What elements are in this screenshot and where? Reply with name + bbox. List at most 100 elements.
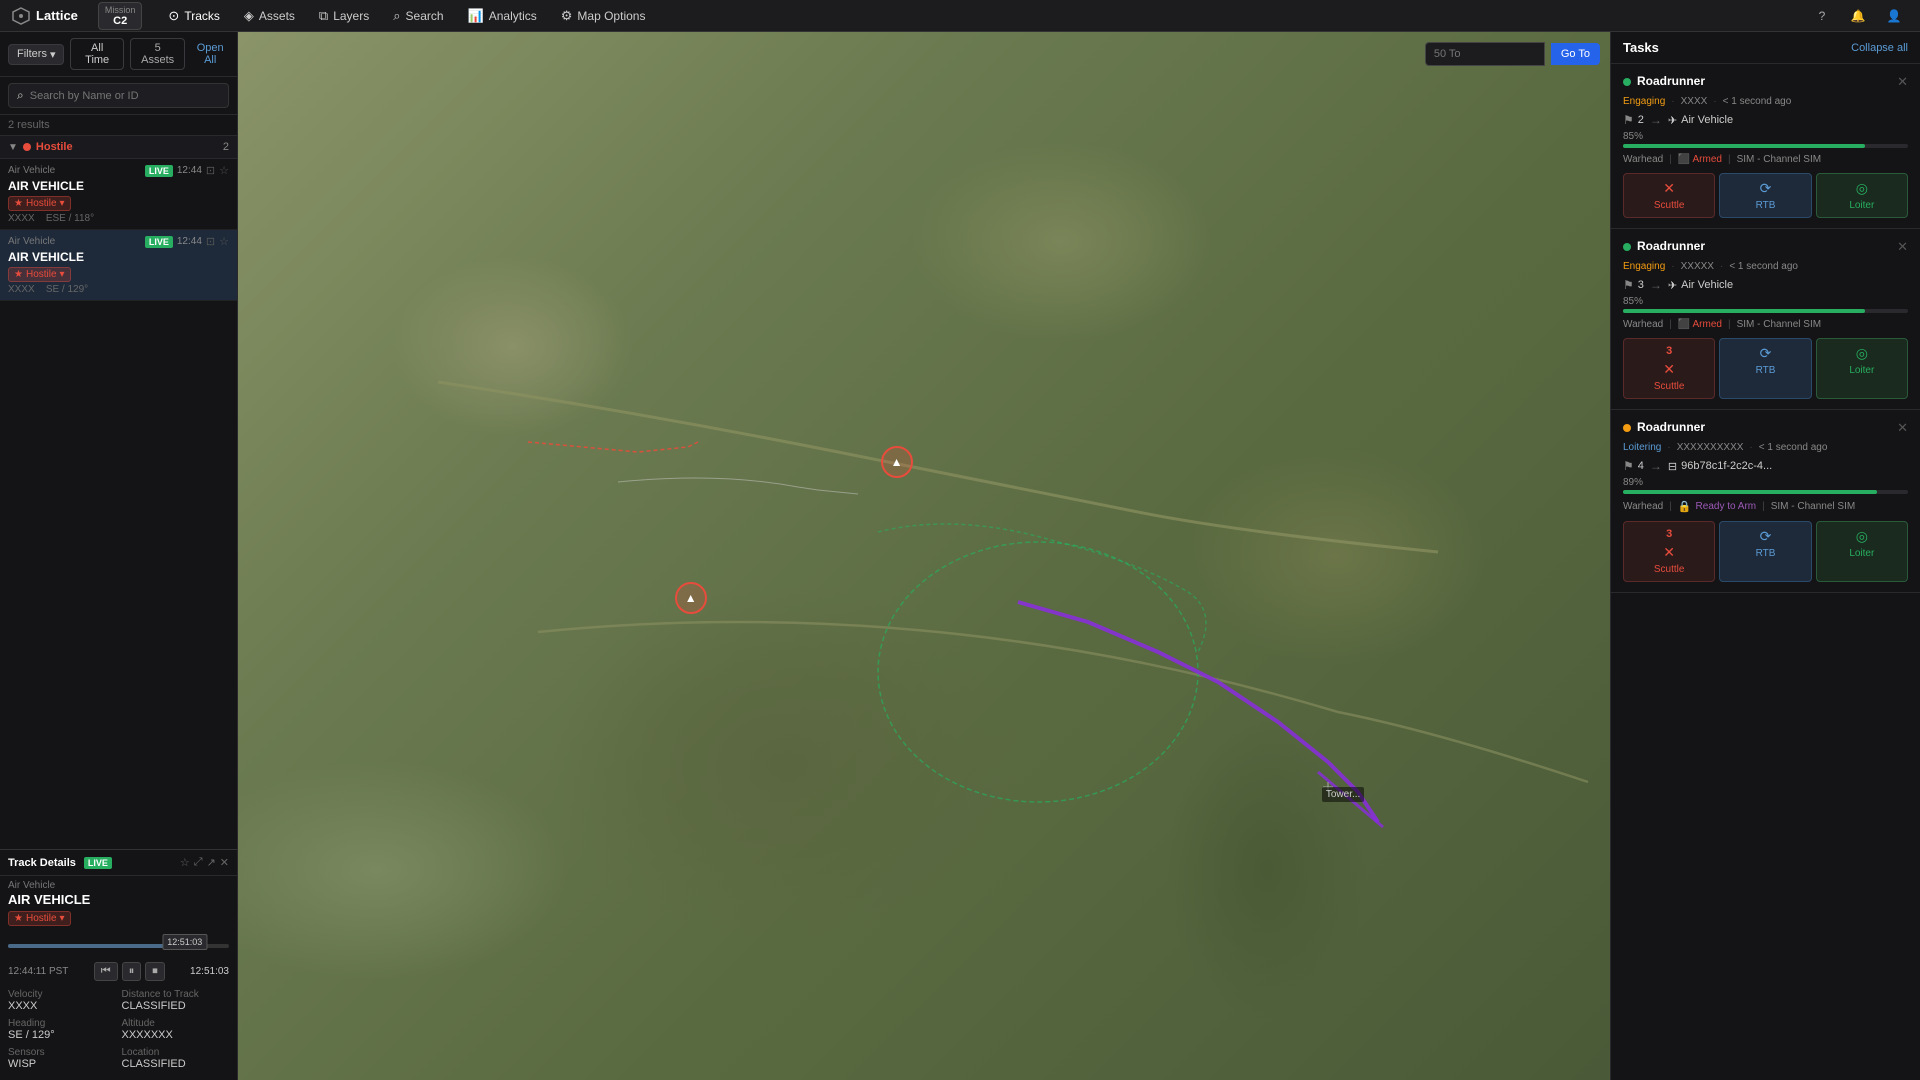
track-stats: Velocity XXXX Distance to Track CLASSIFI… [0,983,237,1076]
timeline-slider[interactable]: 12:51:03 [8,944,229,948]
rtb-icon: ⟳ [1760,180,1772,197]
filters-button[interactable]: Filters ▾ [8,44,64,65]
filter-bar: Filters ▾ All Time 5 Assets Open All [0,32,237,77]
aircraft-icon: ✈ [1668,279,1677,292]
progress-bar [1623,144,1908,148]
map-area[interactable]: Tower... Go To [238,32,1610,1080]
pause-button[interactable]: ⏸ [122,962,142,981]
nav-tracks[interactable]: ⊙ Tracks [158,4,229,28]
track-list: ▼ Hostile 2 Air Vehicle LIVE 12:44 ⊡ ☆ A… [0,136,237,849]
track-item[interactable]: Air Vehicle LIVE 12:44 ⊡ ☆ AIR VEHICLE ★… [0,159,237,230]
right-panel: Tasks Collapse all Roadrunner ✕ Engaging… [1610,32,1920,1080]
track-marker-1[interactable] [881,446,913,478]
scuttle-icon: ✕ [1663,180,1675,197]
live-badge: LIVE [145,236,173,248]
hostile-marker-2[interactable] [675,582,707,614]
tasks-header: Tasks Collapse all [1611,32,1920,64]
nav-right-area: ? 🔔 👤 [1808,2,1908,30]
results-count: 2 results [0,115,237,136]
task-actions-3: 3 ✕ Scuttle ⟳ RTB ◎ Loiter [1623,521,1908,582]
layers-icon: ⧉ [319,8,328,24]
scuttle-button[interactable]: ✕ Scuttle [1623,173,1715,218]
external-link-icon[interactable]: ↗ [207,856,216,869]
loiter-button[interactable]: ◎ Loiter [1816,173,1908,218]
task-status-dot [1623,424,1631,432]
hostile-badge: ★ Hostile ▾ [8,267,71,282]
stop-button[interactable]: ⏹ [145,962,165,981]
rtb-button[interactable]: ⟳ RTB [1719,173,1811,218]
mission-badge: Mission C2 [98,2,143,30]
close-detail-icon[interactable]: ✕ [220,856,229,869]
camera-icon[interactable]: ⊡ [206,164,215,177]
left-panel: Filters ▾ All Time 5 Assets Open All ⌕ 2… [0,32,238,1080]
loiter-button[interactable]: ◎ Loiter [1816,338,1908,399]
ready-arm-icon: 🔒 [1678,500,1692,513]
user-icon-btn[interactable]: 👤 [1880,2,1908,30]
nav-assets[interactable]: ◈ Assets [234,4,305,28]
scuttle-icon: ✕ [1663,544,1675,561]
stat-velocity: Velocity XXXX [8,989,116,1012]
track-marker-2[interactable] [675,582,707,614]
analytics-icon: 📊 [468,8,484,24]
hostile-badge: ★ Hostile ▾ [8,196,71,211]
timeline-wrap: 12:51:03 [0,932,237,960]
nav-search[interactable]: ⌕ Search [383,4,453,28]
td-live-badge: LIVE [84,857,112,869]
star-icon[interactable]: ☆ [219,164,229,177]
hostile-marker-1[interactable] [881,446,913,478]
map-background[interactable]: Tower... Go To [238,32,1610,1080]
scuttle-button[interactable]: 3 ✕ Scuttle [1623,521,1715,582]
search-input[interactable] [30,90,220,102]
loiter-button[interactable]: ◎ Loiter [1816,521,1908,582]
playback-controls: 12:44:11 PST ⏮ ⏸ ⏹ 12:51:03 [0,960,237,983]
stat-heading: Heading SE / 129° [8,1018,116,1041]
category-hostile[interactable]: ▼ Hostile 2 [0,136,237,159]
task-card-3: Roadrunner ✕ Loitering · XXXXXXXXXX · < … [1611,410,1920,593]
munition-icon: ⚑ [1623,459,1634,473]
track-details-panel: Track Details LIVE ☆ ⤢ ↗ ✕ Air Vehicle A… [0,849,237,1080]
stat-sensors: Sensors WISP [8,1047,116,1070]
scuttle-icon: ✕ [1663,361,1675,378]
top-nav: Lattice Mission C2 ⊙ Tracks ◈ Assets ⧉ L… [0,0,1920,32]
expand-icon[interactable]: ⤢ [194,856,203,869]
goto-button[interactable]: Go To [1551,43,1600,65]
notification-icon-btn[interactable]: 🔔 [1844,2,1872,30]
rtb-button[interactable]: ⟳ RTB [1719,338,1811,399]
rtb-button[interactable]: ⟳ RTB [1719,521,1811,582]
chevron-down-icon: ▼ [8,142,18,153]
collapse-all-button[interactable]: Collapse all [1851,42,1908,54]
play-prev-button[interactable]: ⏮ [94,962,118,981]
open-all-button[interactable]: Open All [191,42,229,66]
assets-filter-button[interactable]: 5 Assets [130,38,186,70]
progress-bar [1623,490,1908,494]
search-nav-icon: ⌕ [393,8,400,24]
track-item[interactable]: Air Vehicle LIVE 12:44 ⊡ ☆ AIR VEHICLE ★… [0,230,237,301]
task-close-button[interactable]: ✕ [1897,239,1908,255]
armed-status: ⬛ Armed [1678,319,1722,330]
stat-location: Location CLASSIFIED [122,1047,230,1070]
loiter-icon: ◎ [1856,180,1868,197]
task-close-button[interactable]: ✕ [1897,420,1908,436]
star-icon[interactable]: ☆ [219,235,229,248]
task-card-2: Roadrunner ✕ Engaging · XXXXX · < 1 seco… [1611,229,1920,410]
scuttle-button[interactable]: 3 ✕ Scuttle [1623,338,1715,399]
target-uuid-icon: ⊟ [1668,460,1677,473]
timeline-thumb[interactable]: 12:51:03 [162,934,207,950]
camera-icon[interactable]: ⊡ [206,235,215,248]
task-actions-2: 3 ✕ Scuttle ⟳ RTB ◎ Loiter [1623,338,1908,399]
munition-icon: ⚑ [1623,113,1634,127]
td-hostile-badge: ★ Hostile ▾ [8,911,71,926]
goto-input[interactable] [1425,42,1545,66]
aircraft-icon: ✈ [1668,114,1677,127]
tracks-icon: ⊙ [168,8,179,24]
star-detail-icon[interactable]: ☆ [180,856,190,869]
nav-analytics[interactable]: 📊 Analytics [458,4,547,28]
loiter-icon: ◎ [1856,345,1868,362]
rtb-icon: ⟳ [1760,345,1772,362]
task-close-button[interactable]: ✕ [1897,74,1908,90]
nav-layers[interactable]: ⧉ Layers [309,4,379,28]
all-time-button[interactable]: All Time [70,38,123,70]
nav-map-options[interactable]: ⚙ Map Options [551,4,656,28]
help-icon-btn[interactable]: ? [1808,2,1836,30]
stat-altitude: Altitude XXXXXXX [122,1018,230,1041]
